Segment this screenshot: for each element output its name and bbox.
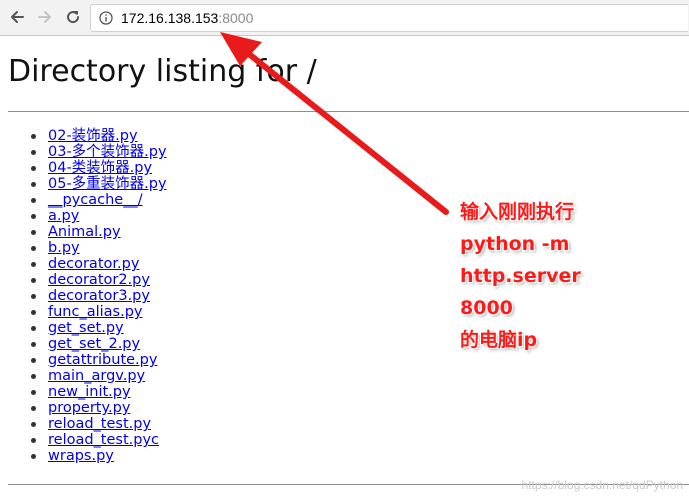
folder-link[interactable]: __pycache__/ bbox=[48, 192, 143, 208]
reload-icon bbox=[67, 11, 80, 24]
info-icon[interactable] bbox=[99, 11, 113, 25]
file-link[interactable]: decorator.py bbox=[48, 256, 139, 272]
list-item: __pycache__/ bbox=[30, 192, 167, 208]
annotation-line: 的电脑ip bbox=[460, 329, 538, 351]
file-link[interactable]: decorator3.py bbox=[48, 288, 150, 304]
file-link[interactable]: 04-类装饰器.py bbox=[48, 160, 152, 176]
list-item: decorator2.py bbox=[30, 272, 167, 288]
list-item: get_set_2.py bbox=[30, 336, 167, 352]
browser-toolbar: 172.16.138.153:8000 bbox=[0, 0, 689, 36]
list-item: new_init.py bbox=[30, 384, 167, 400]
file-list: 02-装饰器.py 03-多个装饰器.py 04-类装饰器.py 05-多重装饰… bbox=[30, 128, 167, 464]
url-host: 172.16.138.153 bbox=[121, 10, 219, 26]
file-link[interactable]: get_set_2.py bbox=[48, 336, 140, 352]
file-link[interactable]: func_alias.py bbox=[48, 304, 142, 320]
list-item: 04-类装饰器.py bbox=[30, 160, 167, 176]
file-link[interactable]: 02-装饰器.py bbox=[48, 128, 138, 144]
file-link[interactable]: wraps.py bbox=[48, 448, 114, 464]
file-link[interactable]: decorator2.py bbox=[48, 272, 150, 288]
file-link[interactable]: Animal.py bbox=[48, 224, 121, 240]
annotation-line: http.server bbox=[460, 265, 581, 287]
file-link[interactable]: a.py bbox=[48, 208, 79, 224]
watermark: https://blog.csdn.net/qdPython bbox=[521, 478, 683, 492]
list-item: decorator.py bbox=[30, 256, 167, 272]
list-item: decorator3.py bbox=[30, 288, 167, 304]
list-item: func_alias.py bbox=[30, 304, 167, 320]
forward-button[interactable] bbox=[34, 6, 56, 28]
list-item: 05-多重装饰器.py bbox=[30, 176, 167, 192]
annotation-note: 输入刚刚执行 python -m http.server 8000 的电脑ip bbox=[460, 196, 581, 356]
list-item: main_argv.py bbox=[30, 368, 167, 384]
list-item: reload_test.py bbox=[30, 416, 167, 432]
annotation-line: python -m bbox=[460, 233, 570, 255]
url-port: :8000 bbox=[218, 10, 254, 26]
annotation-line: 输入刚刚执行 bbox=[460, 201, 575, 223]
list-item: property.py bbox=[30, 400, 167, 416]
file-link[interactable]: main_argv.py bbox=[48, 368, 145, 384]
file-link[interactable]: get_set.py bbox=[48, 320, 124, 336]
annotation-line: 8000 bbox=[460, 297, 513, 319]
list-item: get_set.py bbox=[30, 320, 167, 336]
reload-button[interactable] bbox=[62, 6, 84, 28]
arrow-left-icon bbox=[11, 11, 24, 23]
url-text[interactable]: 172.16.138.153:8000 bbox=[121, 10, 253, 26]
divider-top bbox=[8, 111, 689, 112]
page-title: Directory listing for / bbox=[8, 54, 317, 89]
file-link[interactable]: 05-多重装饰器.py bbox=[48, 176, 167, 192]
file-link[interactable]: reload_test.pyc bbox=[48, 432, 159, 448]
address-bar[interactable]: 172.16.138.153:8000 bbox=[90, 4, 688, 32]
arrow-right-icon bbox=[38, 11, 51, 23]
file-link[interactable]: new_init.py bbox=[48, 384, 131, 400]
file-link[interactable]: 03-多个装饰器.py bbox=[48, 144, 167, 160]
back-button[interactable] bbox=[6, 6, 28, 28]
list-item: wraps.py bbox=[30, 448, 167, 464]
list-item: 02-装饰器.py bbox=[30, 128, 167, 144]
file-link[interactable]: b.py bbox=[48, 240, 80, 256]
list-item: b.py bbox=[30, 240, 167, 256]
list-item: 03-多个装饰器.py bbox=[30, 144, 167, 160]
list-item: Animal.py bbox=[30, 224, 167, 240]
file-link[interactable]: reload_test.py bbox=[48, 416, 151, 432]
list-item: getattribute.py bbox=[30, 352, 167, 368]
list-item: a.py bbox=[30, 208, 167, 224]
list-item: reload_test.pyc bbox=[30, 432, 167, 448]
file-link[interactable]: property.py bbox=[48, 400, 130, 416]
file-link[interactable]: getattribute.py bbox=[48, 352, 157, 368]
